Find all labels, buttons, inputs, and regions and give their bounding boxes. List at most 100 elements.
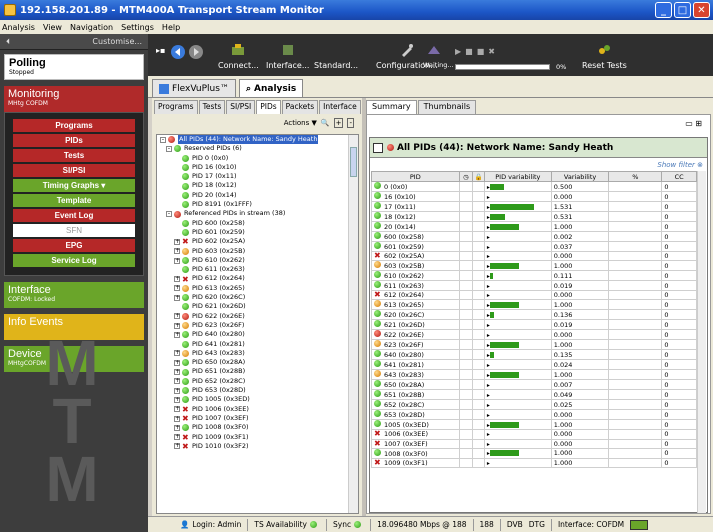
- toolbar-expand-icon[interactable]: ▸▪: [156, 46, 165, 55]
- tree-toggle[interactable]: +: [174, 276, 180, 283]
- polling-section[interactable]: Polling Stopped: [4, 54, 144, 80]
- interface-section[interactable]: Interface COFDM: Locked: [4, 282, 144, 308]
- tree-row[interactable]: PID 641 (0x281): [157, 340, 358, 349]
- table-row[interactable]: ✖ 1007 (0x3EF) ▸ 0.000 0: [371, 438, 697, 449]
- nav-pids[interactable]: PIDs: [13, 134, 135, 147]
- tree-toggle[interactable]: +: [174, 359, 180, 366]
- panel-options-icon[interactable]: ▭ ⊞: [685, 119, 702, 128]
- table-row[interactable]: 18 (0x12) ▸ 0.531 0: [371, 211, 697, 222]
- tree-row[interactable]: + ✖ PID 612 (0x264): [157, 274, 358, 283]
- tree-row[interactable]: + PID 653 (0x28D): [157, 386, 358, 395]
- nav-epg[interactable]: EPG: [13, 239, 135, 252]
- tree-toggle[interactable]: +: [174, 434, 180, 441]
- subtab-interface[interactable]: Interface: [319, 100, 361, 114]
- tree-row[interactable]: + ✖ PID 1009 (0x3F1): [157, 433, 358, 442]
- table-row[interactable]: 20 (0x14) ▸ 1.000 0: [371, 221, 697, 232]
- tree-root[interactable]: - All PIDs (44): Network Name: Sandy Hea…: [157, 135, 358, 145]
- tree-row[interactable]: + PID 650 (0x28A): [157, 358, 358, 367]
- minimize-button[interactable]: _: [655, 2, 672, 18]
- pause-icon[interactable]: ■: [477, 47, 485, 56]
- tree-row[interactable]: PID 600 (0x258): [157, 219, 358, 228]
- tree-toggle[interactable]: +: [174, 285, 180, 292]
- tree-row[interactable]: + ✖ PID 1007 (0x3EF): [157, 414, 358, 423]
- tree-toggle[interactable]: +: [174, 378, 180, 385]
- tree-toggle[interactable]: +: [174, 257, 180, 264]
- table-scrollbar[interactable]: [697, 171, 706, 513]
- table-row[interactable]: 0 (0x0) ▸ 0.500 0: [371, 181, 697, 192]
- table-row[interactable]: 653 (0x28D) ▸ 0.000 0: [371, 409, 697, 421]
- tree-row[interactable]: + ✖ PID 1010 (0x3F2): [157, 442, 358, 451]
- expand-all-icon[interactable]: +: [333, 118, 344, 128]
- tree-toggle[interactable]: -: [166, 145, 172, 152]
- collapse-all-icon[interactable]: -: [347, 118, 354, 128]
- tree-row[interactable]: - Reserved PIDs (6): [157, 144, 358, 153]
- interface-button[interactable]: Interface...: [266, 42, 309, 70]
- col-lock[interactable]: 🔒: [472, 171, 485, 182]
- menu-view[interactable]: View: [43, 23, 62, 32]
- close-button[interactable]: ✕: [693, 2, 710, 18]
- tab-flexvuplus[interactable]: FlexVuPlus™: [152, 79, 236, 97]
- monitoring-section[interactable]: Monitoring MHtg COFDM: [4, 86, 144, 112]
- tree-toggle[interactable]: +: [174, 331, 180, 338]
- tree-row[interactable]: + ✖ PID 1006 (0x3EE): [157, 405, 358, 414]
- maximize-button[interactable]: □: [674, 2, 691, 18]
- tree-row[interactable]: + PID 1008 (0x3F0): [157, 423, 358, 432]
- tree-row[interactable]: + PID 620 (0x26C): [157, 293, 358, 302]
- tree-row[interactable]: + PID 603 (0x25B): [157, 247, 358, 256]
- nav-tests[interactable]: Tests: [13, 149, 135, 162]
- tab-analysis[interactable]: ⌕ Analysis: [238, 79, 304, 97]
- tree-toggle[interactable]: +: [174, 443, 180, 450]
- tree-toggle[interactable]: +: [174, 396, 180, 403]
- col-variability[interactable]: Variability: [550, 171, 610, 182]
- subtab-programs[interactable]: Programs: [154, 100, 198, 114]
- table-row[interactable]: ✖ 1006 (0x3EE) ▸ 0.000 0: [371, 429, 697, 440]
- table-row[interactable]: 16 (0x10) ▸ 0.000 0: [371, 191, 697, 202]
- tree-row[interactable]: PID 621 (0x26D): [157, 302, 358, 311]
- table-row[interactable]: 650 (0x28A) ▸ 0.007 0: [371, 379, 697, 391]
- table-row[interactable]: 640 (0x280) ▸ 0.135 0: [371, 349, 697, 361]
- menu-settings[interactable]: Settings: [121, 23, 154, 32]
- table-row[interactable]: 603 (0x25B) ▸ 1.000 0: [371, 260, 697, 272]
- show-filter-link[interactable]: Show filter ⊗: [657, 161, 703, 169]
- tree-toggle[interactable]: +: [174, 350, 180, 357]
- subtab-sipsi[interactable]: SI/PSI: [226, 100, 256, 114]
- tree-row[interactable]: PID 0 (0x0): [157, 154, 358, 163]
- tree-row[interactable]: + PID 610 (0x262): [157, 256, 358, 265]
- table-row[interactable]: 643 (0x283) ▸ 1.000 0: [371, 369, 697, 381]
- tree-toggle[interactable]: +: [174, 369, 180, 376]
- forward-button[interactable]: [188, 44, 204, 63]
- menu-navigation[interactable]: Navigation: [70, 23, 113, 32]
- table-row[interactable]: 623 (0x26F) ▸ 1.000 0: [371, 339, 697, 351]
- tree-toggle[interactable]: +: [174, 406, 180, 413]
- table-row[interactable]: 621 (0x26D) ▸ 0.019 0: [371, 319, 697, 331]
- nav-template[interactable]: Template: [13, 194, 135, 207]
- col-pid[interactable]: PID: [371, 171, 460, 182]
- nav-timing-graphs[interactable]: Timing Graphs ▾: [13, 179, 135, 192]
- tree-row[interactable]: + PID 622 (0x26E): [157, 312, 358, 321]
- table-row[interactable]: 17 (0x11) ▸ 1.531 0: [371, 201, 697, 212]
- tab-thumbnails[interactable]: Thumbnails: [417, 100, 477, 114]
- table-row[interactable]: 1005 (0x3ED) ▸ 1.000 0: [371, 419, 697, 431]
- tree-row[interactable]: PID 17 (0x11): [157, 172, 358, 181]
- standard-button[interactable]: Standard...: [314, 61, 358, 70]
- tree-toggle[interactable]: +: [174, 415, 180, 422]
- tree-toggle[interactable]: +: [174, 294, 180, 301]
- tree-row[interactable]: PID 8191 (0x1FFF): [157, 200, 358, 209]
- tree-row[interactable]: + PID 643 (0x283): [157, 349, 358, 358]
- nav-sfn[interactable]: SFN: [13, 224, 135, 237]
- tree-toggle[interactable]: +: [174, 238, 180, 245]
- tree-row[interactable]: + ✖ PID 602 (0x25A): [157, 237, 358, 246]
- tree-row[interactable]: + PID 623 (0x26F): [157, 321, 358, 330]
- table-row[interactable]: 600 (0x258) ▸ 0.002 0: [371, 231, 697, 242]
- tree-row[interactable]: PID 20 (0x14): [157, 191, 358, 200]
- col-pid-variability[interactable]: PID variability: [483, 171, 552, 182]
- tree-row[interactable]: PID 18 (0x12): [157, 181, 358, 190]
- tree-toggle[interactable]: -: [166, 211, 172, 218]
- actions-menu[interactable]: Actions ▼: [284, 119, 317, 127]
- table-row[interactable]: 1008 (0x3F0) ▸ 1.000 0: [371, 447, 697, 459]
- nav-si-psi[interactable]: SI/PSI: [13, 164, 135, 177]
- tree-row[interactable]: + PID 652 (0x28C): [157, 377, 358, 386]
- tree-toggle[interactable]: +: [174, 424, 180, 431]
- tree-row[interactable]: + PID 651 (0x28B): [157, 367, 358, 376]
- nav-programs[interactable]: Programs: [13, 119, 135, 132]
